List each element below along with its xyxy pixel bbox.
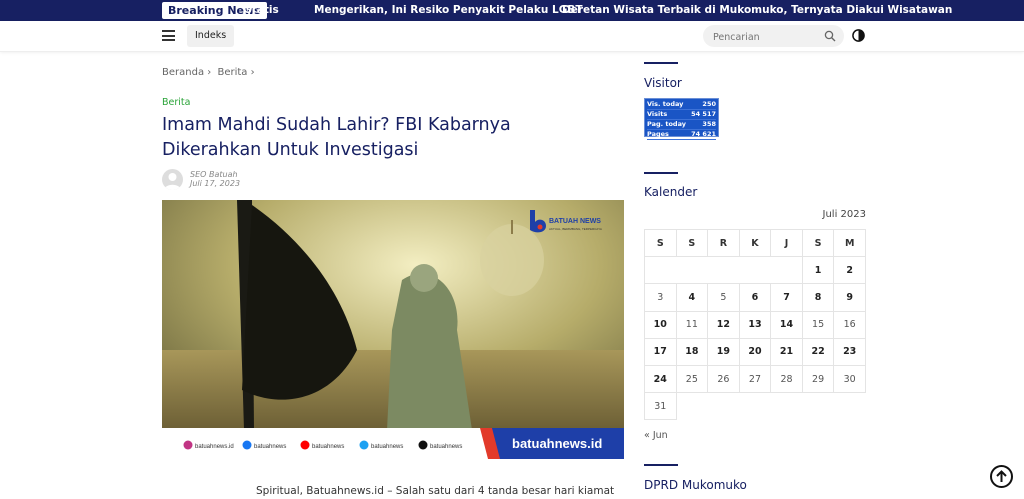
breaking-news-bar: Breaking News Gratis Mengerikan, Ini Res… <box>0 0 1024 21</box>
calendar-weekday: S <box>644 228 677 258</box>
search-box <box>703 25 844 49</box>
calendar-weekday: M <box>833 228 866 258</box>
social-instagram: batuahnews.id <box>195 444 234 450</box>
calendar-table: SSRKJSM 1 2 3 4 5 6 7 8 9 10 11 12 13 14 15 16 17 18 19 20 2… <box>644 228 866 421</box>
counter-label: Vis. today <box>647 100 684 108</box>
main-navbar: Indeks <box>0 21 1024 52</box>
calendar-weekday: K <box>738 228 772 258</box>
visitor-counter[interactable]: Vis. today 250 Visits 54 517 Pag. today 358… <box>644 98 719 140</box>
breadcrumb-category[interactable]: Berita <box>217 67 247 78</box>
calendar-day[interactable]: 6 <box>738 283 772 312</box>
calendar-day: 3 <box>644 283 677 312</box>
counter-label: Pag. today <box>647 120 687 128</box>
social-tiktok: batuahnews <box>430 444 462 450</box>
calendar-day[interactable]: 1 <box>801 256 835 285</box>
article-category[interactable]: Berita <box>162 97 190 108</box>
breadcrumb-home[interactable]: Beranda <box>162 67 204 78</box>
search-input[interactable] <box>703 26 813 49</box>
calendar-day[interactable]: 19 <box>707 337 740 366</box>
hero-site-name: batuahnews.id <box>512 436 602 451</box>
calendar-weekday: R <box>707 228 740 258</box>
calendar-day[interactable]: 18 <box>675 337 709 366</box>
calendar-day[interactable]: 24 <box>644 364 677 394</box>
calendar-day: 31 <box>644 392 677 421</box>
menu-icon[interactable] <box>162 30 175 41</box>
calendar-weekday: S <box>675 228 709 258</box>
calendar-day: 30 <box>833 364 866 394</box>
calendar-day: 27 <box>738 364 772 394</box>
calendar-day[interactable]: 7 <box>770 283 803 312</box>
ticker-item[interactable]: Deretan Wisata Terbaik di Mukomuko, Tern… <box>562 0 952 21</box>
article-hero-image: batuahnews.id batuahnews.id batuahnews b… <box>162 200 624 459</box>
indeks-button[interactable]: Indeks <box>187 25 235 47</box>
calendar-week: 31 <box>644 392 866 421</box>
calendar-day: 26 <box>707 364 740 394</box>
dark-mode-toggle-icon[interactable] <box>852 29 865 42</box>
calendar-empty-cell <box>676 392 866 420</box>
counter-label: Pages <box>647 130 669 138</box>
calendar-day[interactable]: 17 <box>644 337 677 366</box>
visitor-widget-title: Visitor <box>644 76 682 90</box>
calendar-day: 11 <box>675 310 709 339</box>
calendar-day[interactable]: 13 <box>738 310 772 339</box>
calendar-day: 25 <box>675 364 709 394</box>
calendar-day[interactable]: 23 <box>833 337 866 366</box>
calendar-widget-title: Kalender <box>644 185 698 199</box>
calendar-month: Juli 2023 <box>822 209 866 220</box>
calendar-day: 29 <box>801 364 835 394</box>
counter-value: 54 517 <box>691 110 716 118</box>
calendar-day[interactable]: 10 <box>644 310 677 339</box>
counter-value: 358 <box>702 120 716 128</box>
calendar-day[interactable]: 4 <box>675 283 709 312</box>
calendar-week: 24 25 26 27 28 29 30 <box>644 364 866 394</box>
logo-brand: BATUAH NEWS <box>549 218 601 225</box>
social-facebook: batuahnews <box>254 444 286 450</box>
calendar-empty-cell <box>644 256 803 284</box>
ticker-item[interactable]: Gratis <box>243 0 279 21</box>
social-youtube: batuahnews <box>312 444 344 450</box>
calendar-day[interactable]: 22 <box>801 337 835 366</box>
breadcrumb: Beranda › Berita › <box>162 67 258 78</box>
author-name[interactable]: SEO Batuah <box>190 170 238 179</box>
arrow-up-icon <box>996 470 1007 482</box>
calendar-week: 17 18 19 20 21 22 23 <box>644 337 866 366</box>
ticker-item[interactable]: Mengerikan, Ini Resiko Penyakit Pelaku L… <box>314 0 582 21</box>
calendar-prev-month[interactable]: « Jun <box>644 430 668 441</box>
breadcrumb-separator: › <box>250 67 255 78</box>
calendar-week: 10 11 12 13 14 15 16 <box>644 310 866 339</box>
calendar-day: 15 <box>801 310 835 339</box>
social-twitter: batuahnews <box>371 444 403 450</box>
search-icon[interactable] <box>824 30 836 42</box>
calendar-day: 5 <box>707 283 740 312</box>
calendar-week: 3456789 <box>644 283 866 312</box>
section-divider <box>644 62 678 64</box>
dprd-widget-title: DPRD Mukomuko <box>644 478 747 492</box>
counter-value: 74 621 <box>691 130 716 138</box>
calendar-day[interactable]: 8 <box>801 283 835 312</box>
article-lead-text: Spiritual, Batuahnews.id – Salah satu da… <box>256 485 615 497</box>
breadcrumb-separator: › <box>207 67 212 78</box>
calendar-day: 16 <box>833 310 866 339</box>
calendar-week: 12 <box>644 256 866 285</box>
article-title: Imam Mahdi Sudah Lahir? FBI Kabarnya Dik… <box>162 115 511 160</box>
avatar[interactable] <box>162 169 183 190</box>
section-divider <box>644 464 678 466</box>
calendar-day[interactable]: 9 <box>833 283 866 312</box>
calendar-day[interactable]: 21 <box>770 337 803 366</box>
scroll-to-top-button[interactable] <box>990 465 1013 488</box>
calendar-day[interactable]: 2 <box>833 256 866 285</box>
calendar-weekday: S <box>801 228 835 258</box>
logo-tagline: AKTUAL, BERIMBANG, TERPERCAYA <box>549 227 602 231</box>
counter-value: 250 <box>702 100 716 108</box>
calendar-day: 28 <box>770 364 803 394</box>
calendar-day[interactable]: 20 <box>738 337 772 366</box>
article-date: Juli 17, 2023 <box>190 179 241 188</box>
calendar-day[interactable]: 14 <box>770 310 803 339</box>
calendar-day[interactable]: 12 <box>707 310 740 339</box>
counter-label: Visits <box>647 110 668 118</box>
section-divider <box>644 172 678 174</box>
calendar-weekday: J <box>770 228 803 258</box>
